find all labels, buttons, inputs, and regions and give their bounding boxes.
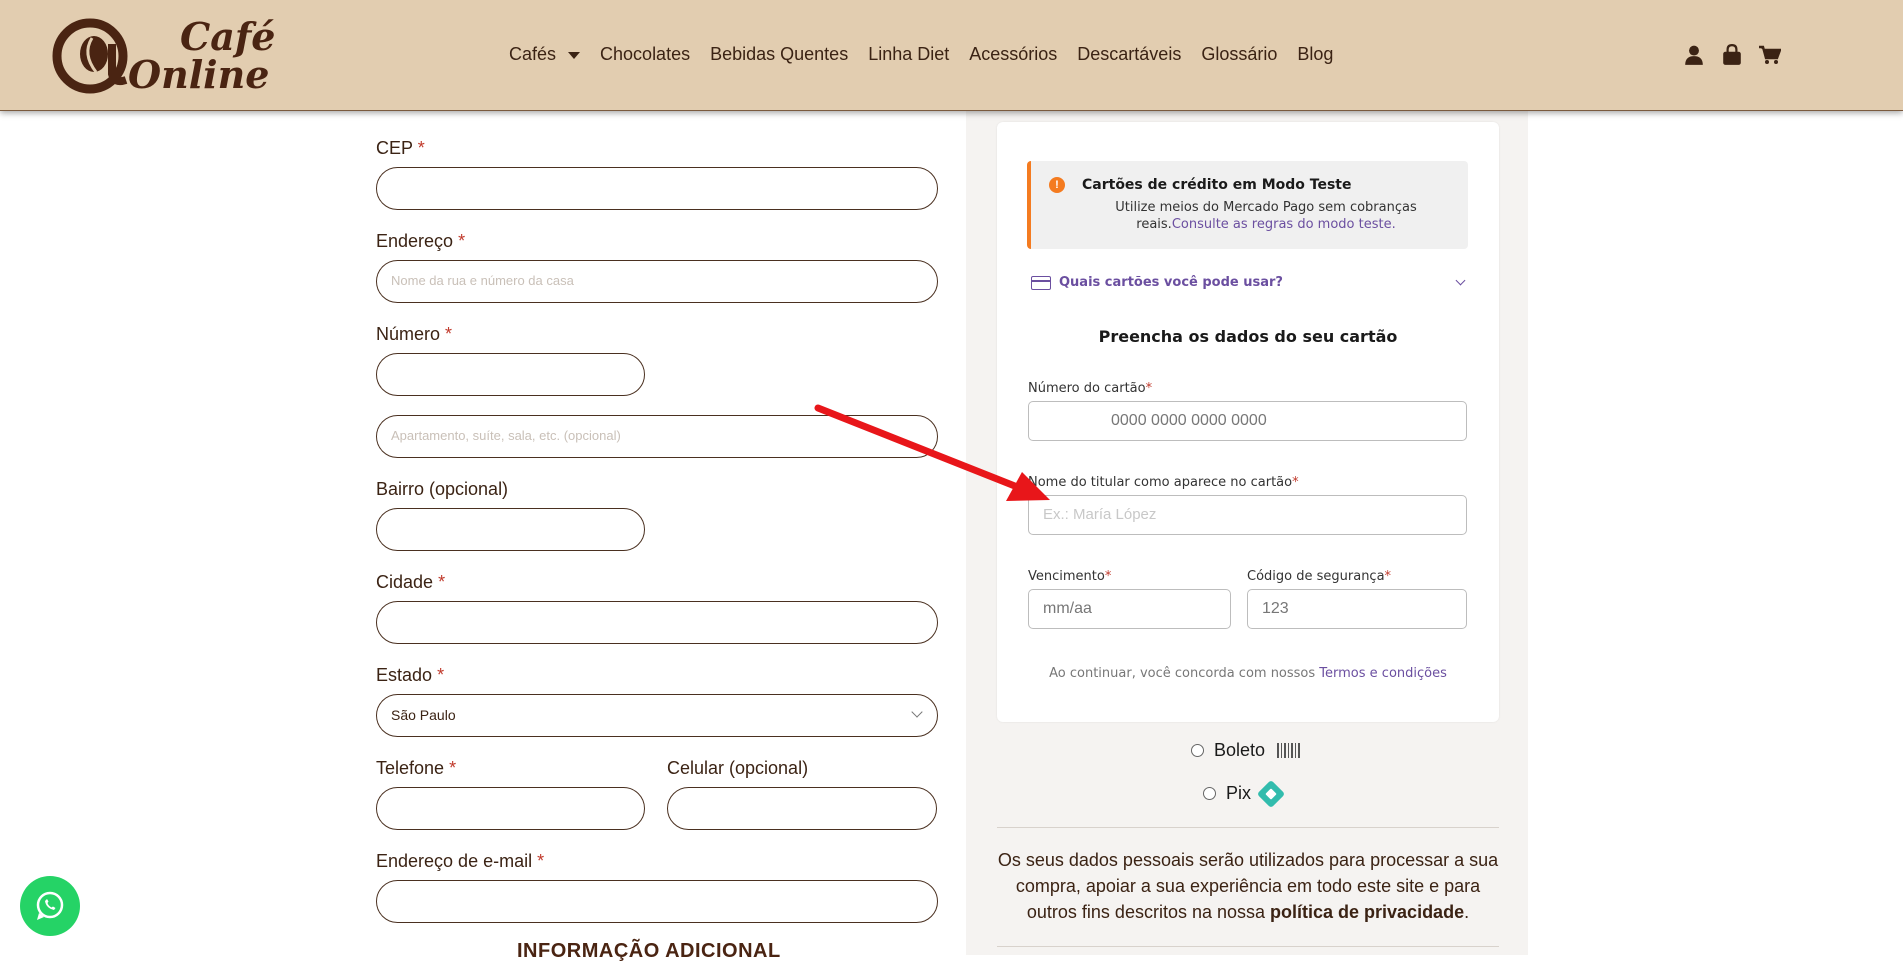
accepted-cards-label: Quais cartões você pode usar? xyxy=(1059,275,1283,290)
nav-item-blog[interactable]: Blog xyxy=(1297,44,1333,65)
privacy-policy-link[interactable]: política de privacidade xyxy=(1270,902,1464,922)
whatsapp-icon xyxy=(36,891,64,920)
expiry-label: Vencimento* xyxy=(1028,569,1112,584)
logo-text-online: Online xyxy=(128,52,270,97)
card-form-title: Preencha os dados do seu cartão xyxy=(1098,327,1398,346)
mobile-input[interactable] xyxy=(667,787,937,830)
payment-option-pix[interactable]: Pix xyxy=(1203,779,1286,808)
chevron-down-icon xyxy=(911,706,923,718)
nav-item-glossario[interactable]: Glossário xyxy=(1201,44,1277,65)
card-holder-input[interactable]: Ex.: María López xyxy=(1028,495,1467,535)
test-mode-rules-link[interactable]: Consulte as regras do modo teste. xyxy=(1172,217,1396,232)
address-label: Endereço * xyxy=(376,231,466,251)
user-icon[interactable] xyxy=(1683,44,1705,66)
site-header: Café Online Cafés Chocolates Bebidas Que… xyxy=(0,0,1903,111)
alert-body: Utilize meios do Mercado Pago sem cobran… xyxy=(1115,200,1417,232)
payment-option-boleto[interactable]: Boleto xyxy=(1191,740,1302,761)
shopping-bag-icon[interactable] xyxy=(1721,44,1743,66)
chevron-down-icon xyxy=(1455,275,1466,286)
boleto-radio[interactable] xyxy=(1191,744,1204,757)
mobile-label: Celular (opcional) xyxy=(667,758,809,778)
cep-input[interactable] xyxy=(376,167,938,210)
number-label: Número * xyxy=(376,324,453,344)
phone-input[interactable] xyxy=(376,787,645,830)
additional-info-heading: INFORMAÇÃO ADICIONAL xyxy=(517,940,781,962)
nav-item-chocolates[interactable]: Chocolates xyxy=(600,44,690,65)
nav-item-linha-diet[interactable]: Linha Diet xyxy=(868,44,949,65)
test-mode-alert: ! Cartões de crédito em Modo Teste Utili… xyxy=(1027,161,1468,249)
district-input[interactable] xyxy=(376,508,645,551)
divider xyxy=(997,946,1499,947)
red-arrow-annotation xyxy=(814,404,1050,501)
nav-item-descartaveis[interactable]: Descartáveis xyxy=(1077,44,1181,65)
expiry-input[interactable]: mm/aa xyxy=(1028,589,1231,629)
nav-item-cafes[interactable]: Cafés xyxy=(509,44,581,65)
card-number-label: Número do cartão* xyxy=(1028,381,1153,396)
state-select-value: São Paulo xyxy=(391,707,456,723)
divider xyxy=(997,827,1499,828)
whatsapp-button[interactable] xyxy=(20,876,80,936)
pix-label: Pix xyxy=(1226,783,1252,803)
cvv-input[interactable]: 123 xyxy=(1247,589,1467,629)
terms-notice: Ao continuar, você concorda com nossos T… xyxy=(1049,666,1447,681)
district-label: Bairro (opcional) xyxy=(376,479,509,499)
state-label: Estado * xyxy=(376,665,445,685)
alert-title: Cartões de crédito em Modo Teste xyxy=(1082,177,1352,193)
logo-text-cafe: Café xyxy=(180,14,276,59)
phone-label: Telefone * xyxy=(376,758,457,778)
card-number-input[interactable]: 0000 0000 0000 0000 xyxy=(1028,401,1467,441)
credit-card-icon xyxy=(1031,276,1051,290)
city-label: Cidade * xyxy=(376,572,446,592)
nav-item-acessorios[interactable]: Acessórios xyxy=(969,44,1057,65)
header-icons xyxy=(1683,44,1781,66)
cvv-label: Código de segurança* xyxy=(1247,569,1392,584)
nav-item-label: Cafés xyxy=(509,44,557,64)
address-input[interactable]: Nome da rua e número da casa xyxy=(376,260,938,303)
cart-icon[interactable] xyxy=(1759,44,1781,66)
email-label: Endereço de e-mail * xyxy=(376,851,545,871)
site-logo[interactable]: Café Online xyxy=(52,14,275,98)
terms-link[interactable]: Termos e condições xyxy=(1319,666,1447,681)
privacy-notice: Os seus dados pessoais serão utilizados … xyxy=(997,850,1499,922)
barcode-icon xyxy=(1277,743,1302,758)
cep-label: CEP * xyxy=(376,138,425,158)
nav-item-bebidas-quentes[interactable]: Bebidas Quentes xyxy=(710,44,848,65)
pix-radio[interactable] xyxy=(1203,787,1216,800)
caret-down-icon xyxy=(568,52,581,59)
card-holder-label: Nome do titular como aparece no cartão* xyxy=(1028,475,1299,490)
accepted-cards-toggle[interactable]: Quais cartões você pode usar? xyxy=(1031,274,1468,296)
boleto-label: Boleto xyxy=(1214,740,1266,760)
pix-icon xyxy=(1256,779,1286,808)
email-input[interactable] xyxy=(376,880,938,923)
warning-icon: ! xyxy=(1049,177,1065,193)
state-select[interactable]: São Paulo xyxy=(376,694,938,737)
number-input[interactable] xyxy=(376,353,645,396)
main-nav: Cafés Chocolates Bebidas Quentes Linha D… xyxy=(509,44,1353,65)
city-input[interactable] xyxy=(376,601,938,644)
